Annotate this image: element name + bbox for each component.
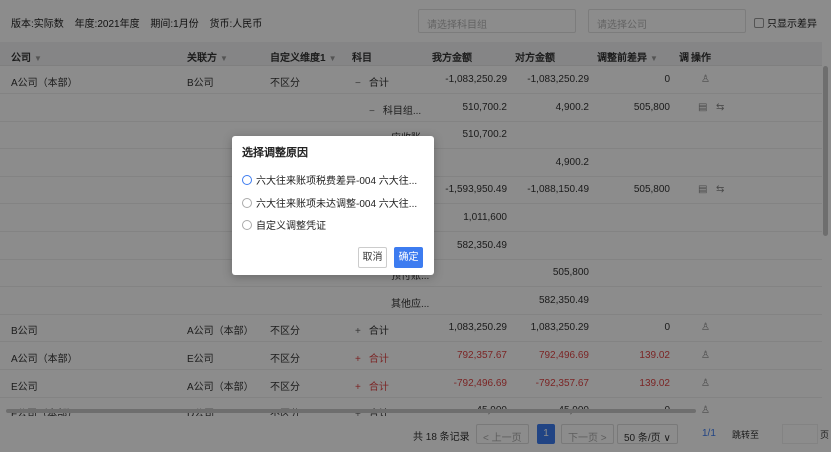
- adjust-reason-modal: 选择调整原因 六大往来账项税费差异-004 六大往... 六大往来账项未达调整-…: [232, 136, 434, 275]
- reason-option-label: 六大往来账项税费差异-004 六大往...: [256, 176, 418, 187]
- modal-title: 选择调整原因: [242, 147, 308, 159]
- reason-option-label: 六大往来账项未达调整-004 六大往...: [256, 199, 418, 210]
- confirm-button[interactable]: 确定: [394, 247, 423, 268]
- reason-option-1[interactable]: 六大往来账项税费差异-004 六大往...: [242, 172, 417, 187]
- reason-option-label: 自定义调整凭证: [256, 221, 326, 232]
- reason-option-2[interactable]: 六大往来账项未达调整-004 六大往...: [242, 195, 417, 210]
- reason-option-3[interactable]: 自定义调整凭证: [242, 217, 326, 232]
- radio-icon[interactable]: [242, 197, 252, 208]
- radio-icon[interactable]: [242, 219, 252, 230]
- cancel-button[interactable]: 取消: [358, 247, 387, 268]
- radio-icon[interactable]: [242, 174, 252, 185]
